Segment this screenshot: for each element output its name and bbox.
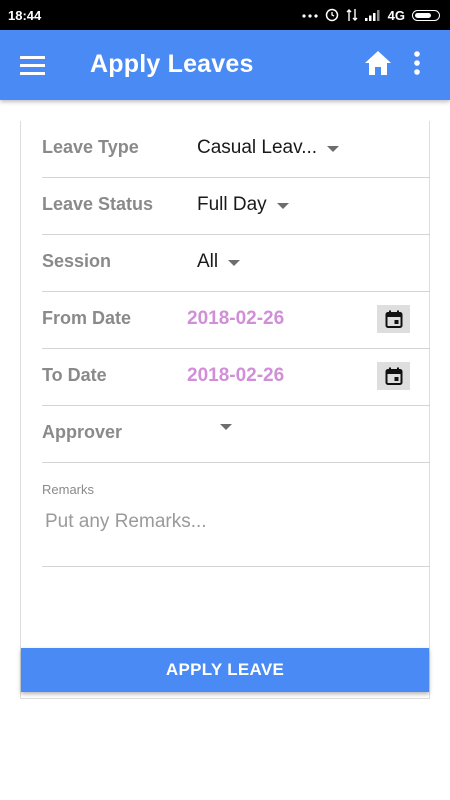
home-icon (365, 51, 391, 75)
alarm-icon (325, 8, 339, 22)
to-date-row: To Date 2018-02-26 (42, 349, 430, 406)
session-dropdown[interactable]: All (197, 251, 241, 273)
signal-icon (364, 9, 381, 21)
leave-status-label: Leave Status (42, 194, 154, 214)
session-label: Session (42, 251, 112, 271)
menu-icon (20, 56, 45, 75)
dropdown-arrow-icon (220, 424, 232, 430)
from-date-value[interactable]: 2018-02-26 (187, 308, 284, 330)
to-date-value[interactable]: 2018-02-26 (187, 365, 284, 387)
app-bar: Apply Leaves (0, 30, 450, 100)
dropdown-arrow-icon (228, 260, 241, 266)
remarks-field: Remarks (42, 463, 430, 567)
home-button[interactable] (363, 49, 397, 81)
leave-type-row: Leave Type Casual Leav... (42, 121, 430, 178)
to-date-label: To Date (42, 365, 107, 385)
approver-label: Approver (42, 422, 123, 442)
calendar-icon (385, 367, 402, 385)
from-date-row: From Date 2018-02-26 (42, 292, 430, 349)
to-date-calendar-button[interactable] (377, 362, 410, 390)
remarks-label: Remarks (42, 482, 95, 497)
status-bar: 18:44 4G (0, 0, 450, 30)
remarks-input[interactable] (42, 507, 415, 537)
dropdown-arrow-icon (276, 203, 289, 209)
battery-icon (412, 9, 440, 21)
status-icons: 4G (302, 8, 440, 23)
apply-leave-button[interactable]: APPLY LEAVE (21, 648, 429, 692)
approver-dropdown[interactable] (212, 422, 232, 430)
leave-type-value: Casual Leav... (197, 137, 318, 158)
leave-status-row: Leave Status Full Day (42, 178, 430, 235)
status-time: 18:44 (8, 7, 42, 23)
menu-button[interactable] (20, 52, 58, 80)
leave-type-dropdown[interactable]: Casual Leav... (197, 137, 340, 159)
leave-status-dropdown[interactable]: Full Day (197, 194, 289, 216)
data-arrows-icon (346, 8, 358, 22)
more-vert-icon (414, 51, 420, 75)
leave-status-value: Full Day (197, 194, 267, 215)
leave-type-label: Leave Type (42, 137, 139, 157)
approver-row: Approver (42, 406, 430, 463)
calendar-icon (385, 310, 402, 328)
more-options-button[interactable] (412, 50, 432, 80)
session-row: Session All (42, 235, 430, 292)
from-date-calendar-button[interactable] (377, 305, 410, 333)
network-label: 4G (387, 7, 405, 23)
dropdown-arrow-icon (327, 146, 340, 152)
from-date-label: From Date (42, 308, 132, 328)
page-title: Apply Leaves (90, 50, 254, 78)
more-dots-icon (302, 12, 318, 18)
session-value: All (197, 251, 219, 272)
leave-form-card: Leave Type Casual Leav... Leave Status F… (20, 121, 430, 699)
